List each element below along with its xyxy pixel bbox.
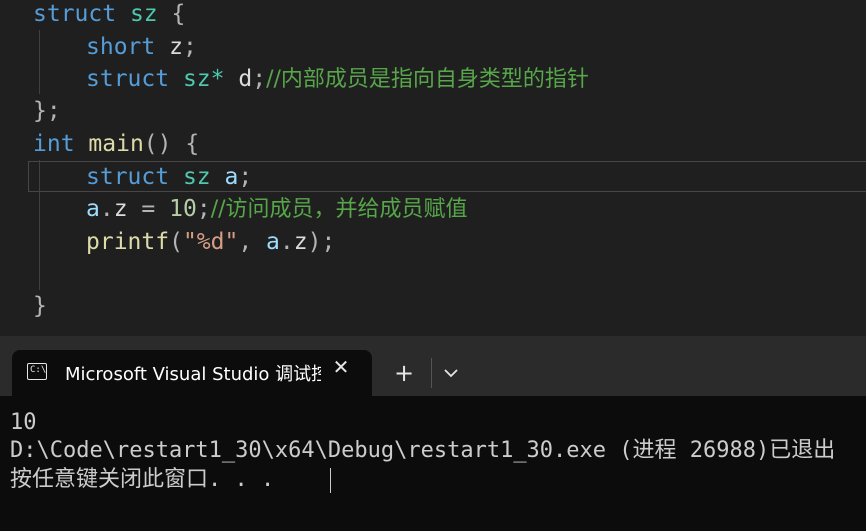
code-line[interactable]: struct sz {	[33, 0, 185, 30]
semicolon: ;	[182, 34, 197, 60]
type-name: sz	[182, 164, 211, 190]
close-tab-icon[interactable]: ✕	[330, 356, 352, 378]
brace: }	[33, 293, 47, 319]
identifier: a	[224, 164, 239, 190]
terminal-tab[interactable]: C:\ Microsoft Visual Studio 调试控制台 ✕	[12, 350, 372, 396]
paren: (	[169, 229, 183, 255]
semicolon: ;	[252, 66, 267, 92]
keyword: struct	[86, 164, 170, 190]
keyword: short	[86, 34, 156, 60]
code-line[interactable]: }	[33, 290, 47, 322]
function-name: printf	[86, 229, 170, 255]
brace: {	[185, 131, 200, 157]
keyword: int	[33, 131, 75, 157]
code-line[interactable]: a.z = 10;//访问成员，并给成员赋值	[33, 193, 468, 225]
comma: ,	[238, 229, 267, 255]
semicolon: ;	[321, 229, 336, 255]
paren: )	[307, 229, 322, 255]
keyword: struct	[86, 66, 170, 92]
terminal-window[interactable]: C:\ Microsoft Visual Studio 调试控制台 ✕ + 10…	[0, 336, 866, 531]
new-tab-button[interactable]: +	[391, 358, 417, 388]
terminal-tab-bar: C:\ Microsoft Visual Studio 调试控制台 ✕ +	[0, 336, 866, 396]
console-output-line: 按任意键关闭此窗口. . .	[10, 467, 275, 492]
code-line[interactable]: short z;	[33, 31, 197, 63]
semicolon: ;	[196, 196, 211, 222]
brace: };	[33, 98, 61, 124]
dot: .	[279, 229, 294, 255]
code-line[interactable]: struct sz* d;//内部成员是指向自身类型的指针	[33, 63, 589, 95]
code-line[interactable]: };	[33, 95, 61, 127]
console-icon-text: C:\	[30, 365, 47, 375]
console-output-line: D:\Code\restart1_30\x64\Debug\restart1_3…	[10, 438, 836, 463]
code-comment: //访问成员，并给成员赋值	[210, 197, 468, 222]
function-name: main	[88, 131, 144, 157]
semicolon: ;	[238, 164, 253, 190]
operator: =	[127, 196, 170, 222]
text-cursor	[330, 468, 331, 493]
parens: ()	[143, 131, 172, 157]
type-name: sz	[129, 1, 158, 27]
console-icon: C:\	[27, 363, 47, 380]
identifier: a	[266, 229, 280, 255]
number: 10	[169, 196, 197, 222]
member: z	[113, 196, 128, 222]
code-line[interactable]: printf("%d", a.z);	[33, 226, 335, 258]
string-literal: "%d"	[182, 229, 239, 255]
code-comment: //内部成员是指向自身类型的指针	[266, 67, 589, 92]
member: z	[293, 229, 308, 255]
keyword: struct	[33, 1, 117, 27]
tab-title: Microsoft Visual Studio 调试控制台	[65, 364, 321, 385]
identifier: z	[169, 34, 183, 60]
console-output-line: 10	[10, 410, 37, 435]
divider	[431, 358, 432, 388]
code-editor[interactable]: struct sz { short z; struct sz* d;//内部成员…	[0, 0, 866, 336]
type-name: sz*	[182, 66, 225, 92]
code-line[interactable]: int main() {	[33, 128, 199, 160]
code-line[interactable]: struct sz a;	[33, 161, 252, 193]
identifier: d	[238, 66, 253, 92]
chevron-down-icon[interactable]	[440, 360, 462, 386]
brace: {	[171, 1, 186, 27]
identifier: a	[86, 196, 100, 222]
dot: .	[99, 196, 114, 222]
